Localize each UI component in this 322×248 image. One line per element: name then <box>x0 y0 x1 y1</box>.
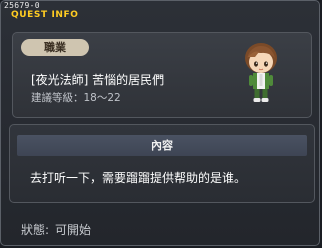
window-title[interactable]: QUEST INFO <box>11 10 79 20</box>
recommended-level: 建議等級：18～22 <box>31 92 121 104</box>
quest-content-panel: 內容 去打听一下，需要蹓蹓提供帮助的是谁。 <box>9 124 315 203</box>
quest-id: 25679-0 <box>4 1 40 10</box>
npc-avatar <box>245 43 277 102</box>
status-label: 狀態: <box>21 223 50 237</box>
quest-name: [夜光法師] 苦惱的居民們 <box>31 73 165 87</box>
status-value: 可開始 <box>55 223 92 237</box>
content-header: 內容 <box>17 135 307 156</box>
job-badge: 職業 <box>21 39 89 56</box>
quest-status: 狀態: 可開始 <box>21 221 91 238</box>
quest-info-window: 25679-0 QUEST INFO 職業 [夜光法師] 苦惱的居民們 建議等級… <box>0 0 320 246</box>
content-text: 去打听一下，需要蹓蹓提供帮助的是谁。 <box>30 171 247 185</box>
quest-summary-panel: 職業 [夜光法師] 苦惱的居民們 建議等級：18～22 <box>12 32 312 118</box>
